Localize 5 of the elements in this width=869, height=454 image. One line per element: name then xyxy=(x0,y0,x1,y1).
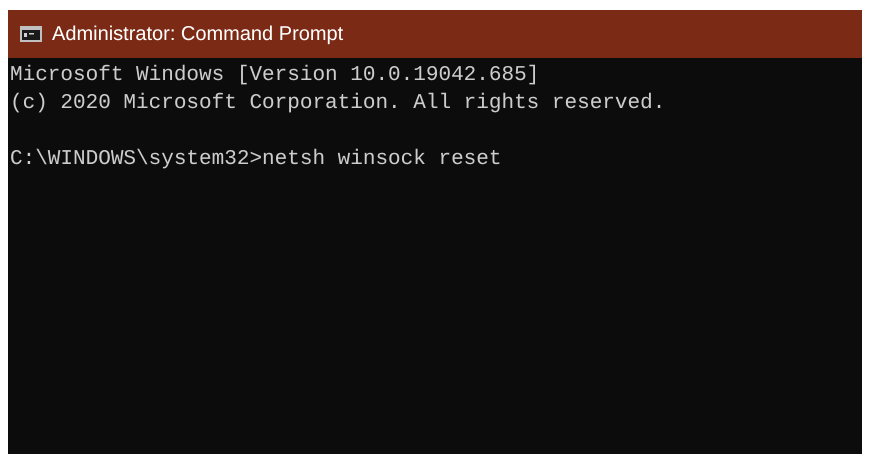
console-line: Microsoft Windows [Version 10.0.19042.685] xyxy=(10,63,540,89)
console-icon xyxy=(20,26,42,42)
console-line: C:\WINDOWS\system32>netsh winsock reset xyxy=(10,147,502,173)
window-title: Administrator: Command Prompt xyxy=(52,22,344,47)
console-line: (c) 2020 Microsoft Corporation. All rights reserved. xyxy=(10,91,666,117)
